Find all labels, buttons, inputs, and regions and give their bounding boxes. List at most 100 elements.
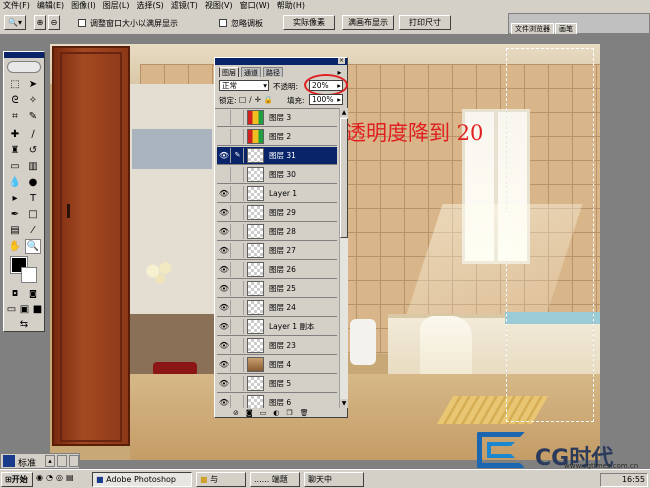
gradient-tool-icon[interactable]: ▥ — [25, 159, 41, 174]
ignore-palettes-checkbox[interactable] — [219, 19, 227, 27]
tab-channels[interactable]: 通道 — [241, 67, 261, 77]
menu-layer[interactable]: 图层(L) — [103, 0, 130, 11]
task-folder[interactable]: ■ 与 — [196, 472, 246, 487]
menu-filter[interactable]: 滤镜(T) — [171, 0, 198, 11]
menu-view[interactable]: 视图(V) — [205, 0, 233, 11]
brushes-tab[interactable]: 画笔 — [555, 23, 577, 34]
screen-mode-full-icon[interactable]: ■ — [31, 302, 44, 317]
marquee-selection[interactable] — [506, 48, 594, 422]
visibility-eye-icon[interactable]: 👁 — [218, 338, 231, 353]
zoom-out-button[interactable]: ⊖ — [48, 15, 60, 30]
add-layer-style-icon[interactable]: ⊘ — [233, 409, 239, 418]
move-tool-icon[interactable]: ➤ — [25, 77, 41, 92]
task-chat-list[interactable]: ...... 端题 — [250, 472, 300, 487]
visibility-eye-icon[interactable] — [218, 167, 231, 182]
visibility-eye-icon[interactable]: 👁 — [218, 300, 231, 315]
visibility-eye-icon[interactable]: 👁 — [218, 395, 231, 408]
lock-icons[interactable]: □∕✛🔒 — [239, 95, 276, 104]
path-selection-tool-icon[interactable]: ▸ — [7, 191, 23, 206]
layer-link-icon[interactable] — [232, 357, 244, 372]
layer-link-icon[interactable] — [232, 319, 244, 334]
quick-mask-icon[interactable]: ◙ — [25, 286, 41, 301]
status-view-icon[interactable] — [57, 455, 67, 467]
menu-window[interactable]: 窗口(W) — [240, 0, 270, 11]
blur-tool-icon[interactable]: 💧 — [7, 175, 23, 190]
layer-row[interactable]: 图层 2 — [217, 128, 337, 146]
layer-link-icon[interactable] — [232, 205, 244, 220]
history-brush-tool-icon[interactable]: ↺ — [25, 143, 41, 158]
layer-list-scrollbar[interactable]: ▲ ▼ — [339, 108, 348, 408]
task-photoshop[interactable]: ■ Adobe Photoshop — [92, 472, 192, 487]
actual-pixels-button[interactable]: 实际像素 — [283, 15, 335, 30]
layer-row[interactable]: 图层 30 — [217, 166, 337, 184]
quick-launch-icons[interactable]: ◉◔◎▤ — [36, 473, 86, 486]
visibility-eye-icon[interactable]: 👁 — [218, 148, 231, 163]
visibility-eye-icon[interactable] — [218, 129, 231, 144]
visibility-eye-icon[interactable]: 👁 — [218, 281, 231, 296]
brush-tool-icon[interactable]: ∕ — [25, 127, 41, 142]
background-color-swatch[interactable] — [21, 267, 37, 283]
layer-row[interactable]: 👁 图层 6 — [217, 394, 337, 408]
healing-brush-tool-icon[interactable]: ✚ — [7, 127, 23, 142]
layer-link-icon[interactable] — [232, 243, 244, 258]
hand-tool-icon[interactable]: ✋ — [7, 239, 23, 254]
screen-mode-full-menu-icon[interactable]: ▣ — [18, 302, 31, 317]
visibility-eye-icon[interactable] — [218, 110, 231, 125]
palette-close-icon[interactable]: × — [338, 58, 345, 64]
lasso-tool-icon[interactable]: ᘓ — [7, 93, 23, 108]
tab-layers[interactable]: 图层 — [219, 67, 239, 77]
menu-select[interactable]: 选择(S) — [136, 0, 163, 11]
layer-link-icon[interactable] — [232, 395, 244, 408]
type-tool-icon[interactable]: T — [25, 191, 41, 206]
menu-file[interactable]: 文件(F) — [3, 0, 30, 11]
zoom-tool-preset-button[interactable]: 🔍▾ — [4, 15, 26, 30]
delete-layer-icon[interactable]: 🗑 — [300, 409, 309, 418]
adobe-online-icon[interactable] — [7, 61, 41, 73]
screen-mode-standard-icon[interactable]: ▭ — [5, 302, 18, 317]
layer-row[interactable]: 👁 图层 23 — [217, 337, 337, 355]
visibility-eye-icon[interactable]: 👁 — [218, 186, 231, 201]
zoom-tool-icon[interactable]: 🔍 — [25, 239, 41, 254]
crop-tool-icon[interactable]: ⌗ — [7, 109, 23, 124]
scrollbar-thumb[interactable] — [340, 118, 348, 238]
resize-windows-checkbox[interactable] — [78, 19, 86, 27]
magic-wand-tool-icon[interactable]: ✧ — [25, 93, 41, 108]
visibility-eye-icon[interactable]: 👁 — [218, 243, 231, 258]
pen-tool-icon[interactable]: ✒ — [7, 207, 23, 222]
visibility-eye-icon[interactable]: 👁 — [218, 376, 231, 391]
visibility-eye-icon[interactable]: 👁 — [218, 224, 231, 239]
zoom-in-button[interactable]: ⊕ — [34, 15, 46, 30]
visibility-eye-icon[interactable]: 👁 — [218, 262, 231, 277]
layer-row[interactable]: 👁 图层 24 — [217, 299, 337, 317]
layer-row[interactable]: 👁 图层 5 — [217, 375, 337, 393]
task-chat[interactable]: 聊天中 — [304, 472, 364, 487]
layer-row[interactable]: 👁 ✎ 图层 31 — [217, 147, 337, 165]
layer-link-icon[interactable] — [232, 300, 244, 315]
layer-link-icon[interactable] — [232, 281, 244, 296]
layer-row[interactable]: 👁 Layer 1 副本 — [217, 318, 337, 336]
layer-row[interactable]: 图层 3 — [217, 109, 337, 127]
layers-palette-title-bar[interactable] — [215, 58, 347, 65]
layer-link-icon[interactable] — [232, 110, 244, 125]
layer-row[interactable]: 👁 图层 27 — [217, 242, 337, 260]
layer-link-icon[interactable] — [232, 338, 244, 353]
visibility-eye-icon[interactable]: 👁 — [218, 357, 231, 372]
new-layer-icon[interactable]: ❐ — [286, 409, 292, 418]
layer-link-icon[interactable] — [232, 376, 244, 391]
eraser-tool-icon[interactable]: ▭ — [7, 159, 23, 174]
add-mask-icon[interactable]: ◙ — [246, 409, 253, 418]
slice-tool-icon[interactable]: ✎ — [25, 109, 41, 124]
standard-mode-icon[interactable]: ◘ — [7, 286, 23, 301]
layer-row[interactable]: 👁 图层 29 — [217, 204, 337, 222]
layer-link-icon[interactable]: ✎ — [232, 148, 244, 163]
tab-paths[interactable]: 路径 — [263, 67, 283, 77]
new-adjustment-layer-icon[interactable]: ◐ — [273, 409, 279, 418]
scroll-down-icon[interactable]: ▼ — [340, 399, 348, 408]
layer-link-icon[interactable] — [232, 167, 244, 182]
new-set-icon[interactable]: ▭ — [260, 409, 267, 418]
status-arrow-icon[interactable]: ▴ — [45, 455, 55, 467]
menu-edit[interactable]: 编辑(E) — [37, 0, 64, 11]
fill-slider-arrow-icon[interactable]: ▸ — [337, 95, 341, 104]
layer-row[interactable]: 👁 图层 26 — [217, 261, 337, 279]
layer-row[interactable]: 👁 Layer 1 — [217, 185, 337, 203]
